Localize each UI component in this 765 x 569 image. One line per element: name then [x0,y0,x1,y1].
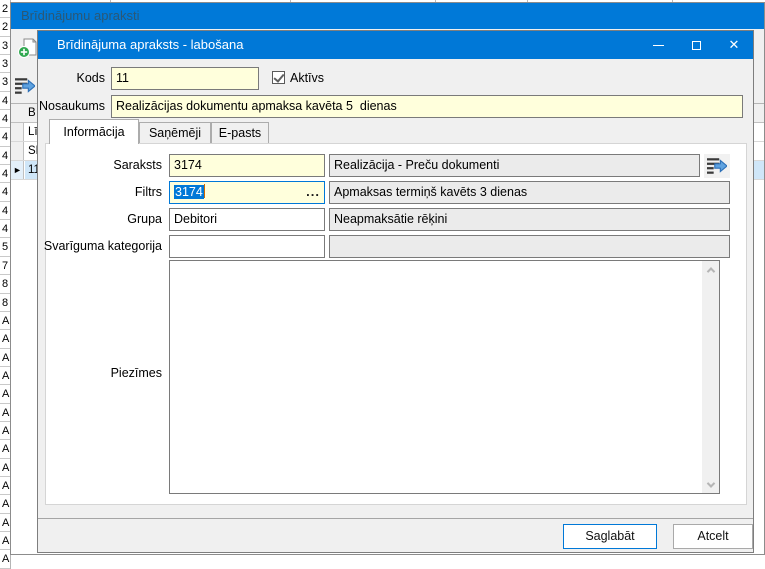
background-window-title: Brīdinājumu apraksti [21,3,140,29]
saraksts-name: Realizācija - Preču dokumenti [330,155,699,176]
grid-cell: 3 [0,55,10,73]
close-icon: ✕ [729,37,740,53]
grid-cell: A [0,440,10,458]
grid-cell: 4 [0,165,10,183]
filtrs-code-field[interactable]: 3174 ... [169,181,325,204]
grupa-code-field[interactable]: Debitori [169,208,325,231]
grid-cell: 4 [0,147,10,165]
filtrs-code-selected: 3174 [174,185,204,199]
chevron-down-icon [706,479,714,487]
filtrs-name-field: Apmaksas termiņš kavēts 3 dienas [329,181,730,204]
dialog-titlebar[interactable]: Brīdinājuma apraksts - labošana ✕ [38,31,753,59]
grupa-name: Neapmaksātie rēķini [330,209,729,230]
grid-cell: 2 [0,0,10,18]
grid-cell: 2 [0,18,10,36]
grupa-label: Grupa [127,212,162,226]
minimize-icon [653,45,664,46]
vertical-scrollbar[interactable] [702,261,719,493]
row-selector-cell [11,123,24,141]
edit-dialog: Brīdinājuma apraksts - labošana ✕ Kods 1… [37,30,754,553]
svariguma-name-field [329,235,730,258]
grid-cell: 4 [0,202,10,220]
new-document-icon [17,37,39,59]
open-list-button[interactable] [704,154,730,178]
nosaukums-label: Nosaukums [39,99,105,113]
save-button[interactable]: Saglabāt [563,524,657,549]
grid-cell: 4 [0,92,10,110]
maximize-button[interactable] [677,31,715,59]
new-record-button[interactable] [17,37,39,59]
tab-informacija[interactable]: Informācija [49,119,139,144]
grupa-name-field: Neapmaksātie rēķini [329,208,730,231]
row-selector-cell: ► [11,161,24,179]
list-arrow-icon [707,157,727,175]
piezimes-textarea[interactable] [169,260,720,494]
grid-cell: A [0,514,10,532]
grupa-code: Debitori [170,209,324,230]
row-selector-cell [11,142,24,160]
saraksts-code-field[interactable]: 3174 [169,154,325,177]
grid-cell: 7 [0,257,10,275]
aktivs-label: Aktīvs [290,71,324,85]
tab-label: E-pasts [219,126,261,140]
grid-header-cell: B [28,104,36,122]
grid-cell: A [0,532,10,550]
grid-cell: A [0,349,10,367]
grid-cell: 4 [0,183,10,201]
filtrs-name: Apmaksas termiņš kavēts 3 dienas [330,182,729,203]
svariguma-label: Svarīguma kategorija [44,239,162,253]
grid-cell: A [0,385,10,403]
grid-cell: A [0,367,10,385]
grid-cell: A [0,477,10,495]
kods-field[interactable]: 11 [111,67,259,90]
grid-cell: A [0,459,10,477]
close-button[interactable]: ✕ [715,31,753,59]
piezimes-label: Piezīmes [111,366,162,380]
select-list-button[interactable] [15,77,37,99]
saraksts-code: 3174 [170,155,324,176]
grid-cell: A [0,312,10,330]
grid-cell: A [0,495,10,513]
grid-cell: 4 [0,110,10,128]
scroll-down-button[interactable] [702,476,719,493]
text-caret [204,184,205,198]
background-window-titlebar[interactable]: Brīdinājumu apraksti [11,3,764,29]
nosaukums-field[interactable]: Realizācijas dokumentu apmaksa kavēta 5 … [111,95,743,118]
grid-cell: 4 [0,128,10,146]
nosaukums-value: Realizācijas dokumentu apmaksa kavēta 5 … [112,96,742,117]
dialog-title: Brīdinājuma apraksts - labošana [57,31,243,59]
list-arrow-icon [15,77,35,95]
cancel-button[interactable]: Atcelt [673,524,753,549]
tab-label: Saņēmēji [149,126,201,140]
minimize-button[interactable] [639,31,677,59]
saraksts-label: Saraksts [113,158,162,172]
grid-cell: A [0,422,10,440]
tab-page-informacija: Saraksts 3174 Realizācija - Preču dokume… [45,143,747,505]
kods-value: 11 [112,68,258,89]
filter-picker-button[interactable]: ... [306,182,320,201]
tab-label: Informācija [63,125,124,139]
scroll-up-button[interactable] [702,261,719,278]
grid-cell: 4 [0,220,10,238]
tab-sanemeji[interactable]: Saņēmēji [139,122,211,143]
grid-cell: 8 [0,294,10,312]
filtrs-label: Filtrs [135,185,162,199]
kods-label: Kods [77,71,106,85]
maximize-icon [692,41,701,50]
grid-cell: 3 [0,73,10,91]
grid-cell: 8 [0,275,10,293]
grid-cell: A [0,404,10,422]
saraksts-name-field: Realizācija - Preču dokumenti [329,154,700,177]
button-panel-separator [38,518,753,519]
grid-cell: 3 [0,37,10,55]
grid-cell: A [0,550,10,568]
aktivs-checkbox[interactable] [272,71,285,84]
chevron-up-icon [706,267,714,275]
grid-cell: 5 [0,238,10,256]
svariguma-code-field[interactable] [169,235,325,258]
tab-epasts[interactable]: E-pasts [211,122,269,143]
grid-cell: A [0,330,10,348]
